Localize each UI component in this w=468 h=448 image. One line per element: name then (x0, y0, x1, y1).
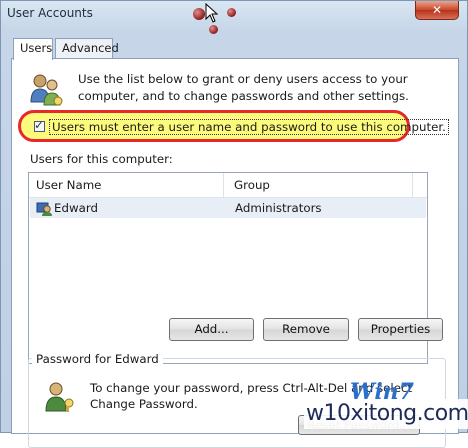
decorative-dot (193, 8, 205, 20)
require-login-label[interactable]: Users must enter a user name and passwor… (49, 119, 449, 135)
require-login-highlight: Users must enter a user name and passwor… (18, 110, 449, 142)
user-icon (36, 202, 52, 216)
close-icon: ✕ (431, 3, 443, 17)
group-cell: Administrators (235, 201, 322, 215)
tab-advanced[interactable]: Advanced (55, 38, 119, 58)
column-divider[interactable] (412, 173, 413, 197)
remove-user-button[interactable]: Remove (263, 318, 349, 341)
users-section-label: Users for this computer: (30, 152, 173, 166)
decorative-dot (227, 8, 236, 17)
close-button[interactable]: ✕ (415, 1, 459, 20)
intro-text: Use the list below to grant or deny user… (78, 72, 409, 103)
users-list-header: User Name Group (29, 173, 427, 198)
tab-users[interactable]: Users (13, 38, 53, 60)
user-name-cell: Edward (54, 201, 98, 215)
watermark-site: w10xitong.com (304, 399, 468, 429)
user-accounts-window: User Accounts ✕ Users Advanced Use the l… (0, 0, 468, 448)
tab-users-label: Users (20, 41, 53, 55)
users-tab-panel: Use the list below to grant or deny user… (11, 58, 468, 448)
password-group-legend: Password for Edward (32, 352, 163, 366)
table-row[interactable]: Edward Administrators (30, 198, 426, 218)
require-login-checkbox[interactable] (34, 118, 45, 132)
add-user-button[interactable]: Add... (169, 318, 254, 341)
column-header-user-name[interactable]: User Name (36, 178, 101, 192)
users-icon (30, 74, 63, 106)
properties-button[interactable]: Properties (358, 318, 443, 341)
tab-advanced-label: Advanced (62, 41, 119, 55)
decorative-dot (209, 25, 218, 34)
column-header-group[interactable]: Group (234, 178, 270, 192)
window-title: User Accounts (7, 6, 93, 20)
user-key-icon (45, 382, 74, 412)
column-divider[interactable] (223, 173, 224, 197)
mouse-cursor-icon (205, 3, 219, 23)
